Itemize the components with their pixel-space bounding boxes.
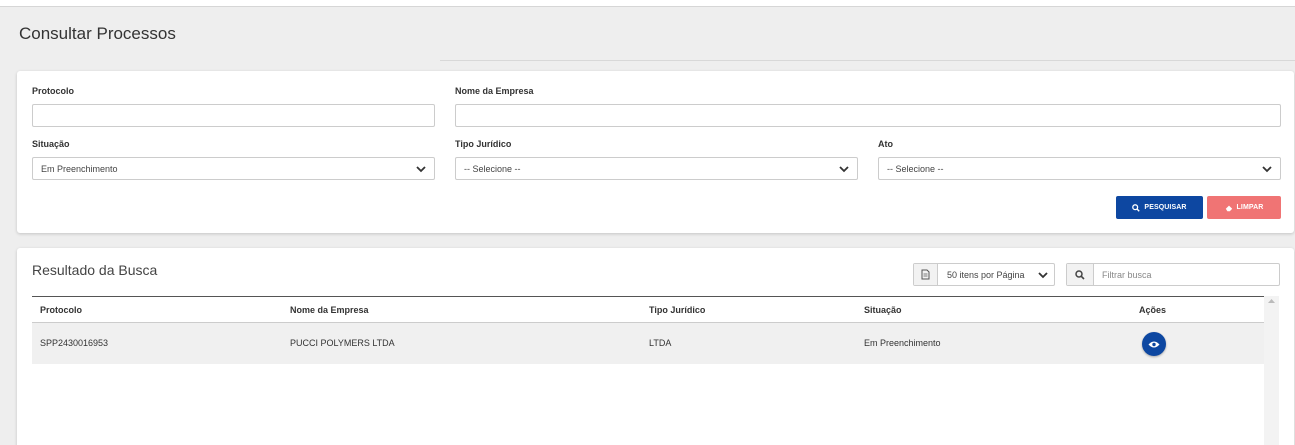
nome-empresa-input[interactable] xyxy=(455,104,1281,127)
document-icon xyxy=(914,264,938,285)
clear-button[interactable]: LIMPAR xyxy=(1207,196,1281,219)
cell-tipo-juridico: LTDA xyxy=(649,338,672,348)
filter-card: Protocolo Nome da Empresa Situação Em Pr… xyxy=(17,71,1294,233)
situacao-select[interactable]: Em Preenchimento xyxy=(32,157,435,180)
column-header[interactable]: Nome da Empresa xyxy=(290,305,369,315)
chevron-down-icon xyxy=(416,166,426,173)
column-header[interactable]: Tipo Jurídico xyxy=(649,305,705,315)
column-header[interactable]: Situação xyxy=(864,305,902,315)
cell-nome-empresa: PUCCI POLYMERS LTDA xyxy=(290,338,395,348)
results-card: Resultado da Busca 50 itens por Página F… xyxy=(17,248,1294,445)
cell-situacao: Em Preenchimento xyxy=(864,338,941,348)
eye-icon xyxy=(1148,341,1160,347)
scrollbar[interactable] xyxy=(1264,296,1279,445)
protocolo-input[interactable] xyxy=(32,104,435,127)
filter-search-input[interactable]: Filtrar busca xyxy=(1094,264,1152,285)
divider xyxy=(440,60,1295,61)
ato-label: Ato xyxy=(878,139,893,149)
search-icon xyxy=(1067,264,1094,285)
table-row[interactable]: SPP2430016953 PUCCI POLYMERS LTDA LTDA E… xyxy=(32,323,1264,364)
filter-search[interactable]: Filtrar busca xyxy=(1066,263,1280,286)
tipo-juridico-select[interactable]: -- Selecione -- xyxy=(455,157,858,180)
view-button[interactable] xyxy=(1142,332,1166,356)
scroll-up-icon[interactable] xyxy=(1267,298,1276,304)
ato-select[interactable]: -- Selecione -- xyxy=(878,157,1281,180)
tipo-juridico-label: Tipo Jurídico xyxy=(455,139,512,149)
chevron-down-icon xyxy=(1038,272,1048,279)
nome-empresa-label: Nome da Empresa xyxy=(455,86,534,96)
search-button-label: PESQUISAR xyxy=(1144,204,1187,211)
search-button[interactable]: PESQUISAR xyxy=(1116,196,1203,219)
results-table: Protocolo Nome da Empresa Tipo Jurídico … xyxy=(32,296,1264,364)
column-header[interactable]: Protocolo xyxy=(40,305,82,315)
situacao-value: Em Preenchimento xyxy=(41,163,118,174)
protocolo-label: Protocolo xyxy=(32,86,74,96)
tipo-juridico-value: -- Selecione -- xyxy=(464,163,521,174)
chevron-down-icon xyxy=(839,166,849,173)
situacao-label: Situação xyxy=(32,139,70,149)
per-page-value: 50 itens por Página xyxy=(947,269,1025,280)
ato-value: -- Selecione -- xyxy=(887,163,944,174)
search-icon xyxy=(1132,203,1141,212)
clear-button-label: LIMPAR xyxy=(1236,204,1264,211)
chevron-down-icon xyxy=(1262,166,1272,173)
results-title: Resultado da Busca xyxy=(32,262,158,278)
top-border xyxy=(0,0,1295,7)
eraser-icon xyxy=(1225,205,1232,211)
column-header: Ações xyxy=(1139,305,1167,315)
page-header: Consultar Processos xyxy=(0,8,1295,62)
per-page-select[interactable]: 50 itens por Página xyxy=(913,263,1055,286)
page-title: Consultar Processos xyxy=(19,24,176,43)
table-header: Protocolo Nome da Empresa Tipo Jurídico … xyxy=(32,296,1264,323)
cell-protocolo: SPP2430016953 xyxy=(40,338,109,348)
